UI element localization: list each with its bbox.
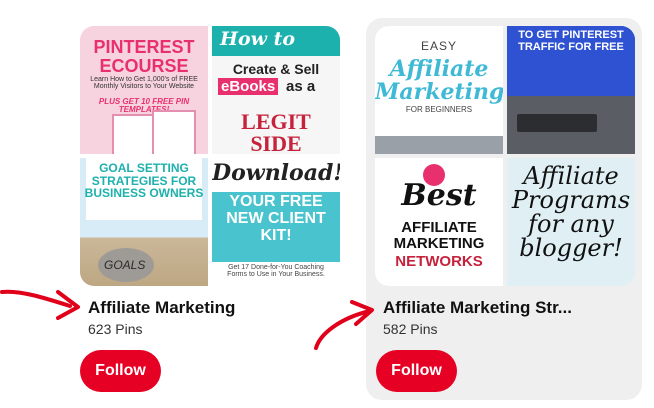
pin-thumbnail: GOAL SETTING STRATEGIES FOR BUSINESS OWN… <box>80 158 208 286</box>
pin-text: SIDE HUSTLE <box>250 131 302 154</box>
pin-thumbnail: EASY Affiliate Marketing FOR BEGINNERS <box>375 26 503 154</box>
pin-thumbnail: How to Create & Sell eBooks as a LEGIT S… <box>212 26 340 154</box>
pin-text: GOALS <box>104 258 146 272</box>
board-title[interactable]: Affiliate Marketing Str... <box>383 298 572 318</box>
pin-text: Learn How to Get 1,000's of FREE Monthly… <box>90 76 198 91</box>
board-cover-collage[interactable]: PINTEREST ECOURSE Learn How to Get 1,000… <box>80 26 340 286</box>
pin-count: 623 Pins <box>88 321 143 337</box>
pin-thumbnail: Download! YOUR FREE NEW CLIENT KIT! Get … <box>212 158 340 286</box>
pin-text: Affiliate Programs for any blogger! <box>511 162 631 262</box>
pin-thumbnail: Affiliate Programs for any blogger! <box>507 158 635 286</box>
pin-text: eBooks <box>218 78 279 95</box>
pin-text: NETWORKS <box>395 253 483 270</box>
pin-text: Best <box>401 178 477 213</box>
pin-text: PINTEREST ECOURSE <box>93 37 195 76</box>
pin-text: GOAL SETTING STRATEGIES FOR BUSINESS OWN… <box>84 161 204 201</box>
desk-image <box>375 136 503 154</box>
pin-thumbnail: Best AFFILIATE MARKETING NETWORKS <box>375 158 503 286</box>
pin-text: as a <box>286 78 316 95</box>
pin-text: Get 17 Done-for-You Coaching Forms to Us… <box>227 264 325 279</box>
board-card-affiliate-marketing-str[interactable]: EASY Affiliate Marketing FOR BEGINNERS T… <box>366 18 642 400</box>
pin-count: 582 Pins <box>383 321 438 337</box>
pin-text: How to <box>220 28 296 50</box>
board-cover-collage[interactable]: EASY Affiliate Marketing FOR BEGINNERS T… <box>375 26 635 286</box>
pin-thumbnail: PINTEREST ECOURSE Learn How to Get 1,000… <box>80 26 208 154</box>
pin-text: YOUR FREE NEW CLIENT KIT! <box>226 193 326 244</box>
pin-text: AFFILIATE MARKETING <box>393 219 485 252</box>
pin-text: Affiliate Marketing <box>375 56 503 106</box>
follow-button[interactable]: Follow <box>80 350 161 392</box>
pin-text: LEGIT <box>241 109 311 134</box>
pin-text: Create & Sell <box>232 61 320 77</box>
pin-text: TO GET PINTEREST TRAFFIC FOR FREE <box>518 29 624 53</box>
book-mockup <box>152 110 196 154</box>
board-card-affiliate-marketing[interactable]: PINTEREST ECOURSE Learn How to Get 1,000… <box>72 18 350 400</box>
pin-text: Download! <box>212 160 340 186</box>
board-title[interactable]: Affiliate Marketing <box>88 298 235 318</box>
arrow-left-icon <box>0 289 72 308</box>
pin-text: FOR BEGINNERS <box>405 105 473 114</box>
follow-button[interactable]: Follow <box>376 350 457 392</box>
pin-thumbnail: TO GET PINTEREST TRAFFIC FOR FREE <box>507 26 635 154</box>
pin-text: EASY <box>420 39 457 53</box>
keyboard-image <box>517 114 597 132</box>
